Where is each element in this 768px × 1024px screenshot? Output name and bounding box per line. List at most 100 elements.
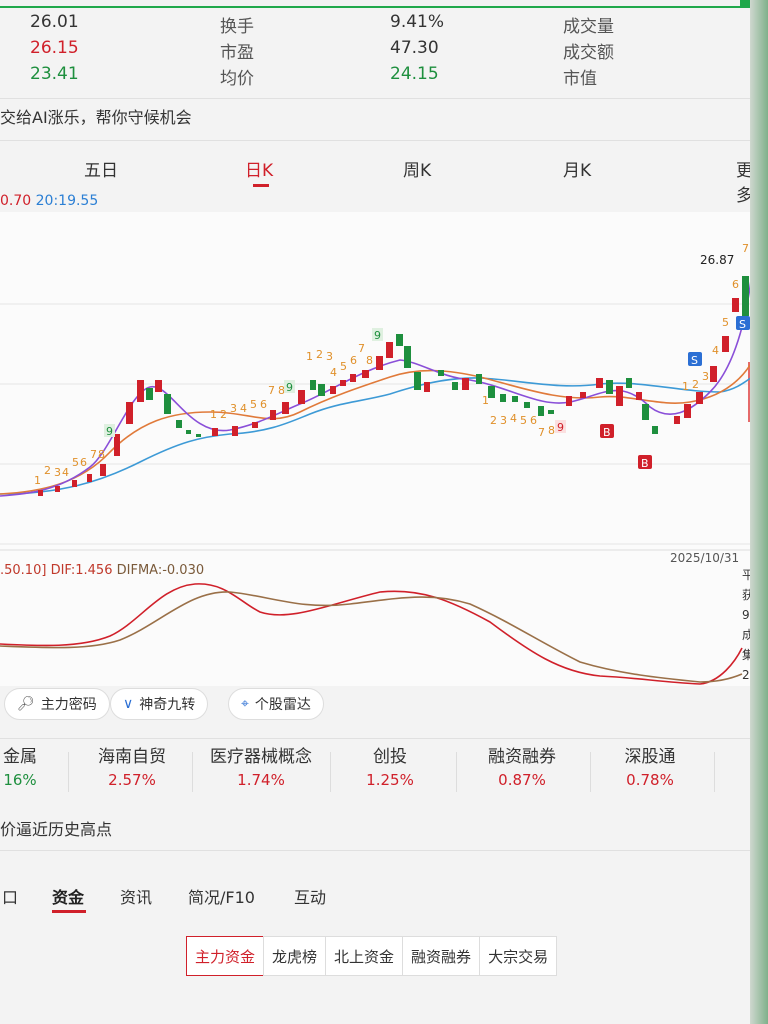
svg-text:5: 5 (72, 456, 79, 469)
svg-text:2: 2 (220, 408, 227, 421)
svg-text:4: 4 (712, 344, 719, 357)
main-force-code-button[interactable]: 🔎︎ 主力密码 (4, 688, 110, 720)
tab-weekly-k[interactable]: 周K (403, 156, 431, 181)
fund-subtabs: 主力资金 龙虎榜 北上资金 融资融券 大宗交易 (186, 936, 558, 976)
svg-text:2: 2 (44, 464, 51, 477)
kline-chart[interactable]: 1234 5678 1234 5678 1234 5678 1234 5678 … (0, 212, 768, 686)
date-label: 2025/10/31 (670, 551, 739, 565)
svg-text:3: 3 (500, 414, 507, 427)
svg-text:6: 6 (530, 414, 537, 427)
bottom-tabs: 口 资金 资讯 简况/F10 互动 (0, 880, 750, 916)
svg-text:4: 4 (330, 366, 337, 379)
ai-banner[interactable]: 交给AI涨乐，帮你守候机会 (0, 104, 192, 128)
svg-text:1: 1 (210, 408, 217, 421)
stock-radar-label: 个股雷达 (254, 697, 311, 713)
tool-row: 🔎︎ 主力密码 ∨ 神奇九转 ⌖ 个股雷达 (0, 686, 750, 726)
svg-text:3: 3 (326, 350, 333, 363)
sector-list: 金属 16% 海南自贸 2.57% 医疗器械概念 1.74% 创投 1.25% … (0, 742, 768, 808)
svg-text:4: 4 (240, 402, 247, 415)
stock-radar-button[interactable]: ⌖ 个股雷达 (228, 688, 324, 720)
svg-text:9: 9 (557, 421, 564, 434)
stat-pe-value: 47.30 (390, 38, 439, 58)
svg-text:1: 1 (682, 380, 689, 393)
stat-turnover-label: 换手 (220, 17, 254, 37)
stat-avg-label: 均价 (220, 69, 254, 89)
tab-active-indicator (52, 910, 86, 913)
history-high-note: 价逼近历史高点 (0, 820, 113, 839)
macd-params-value: .50.10] (0, 563, 47, 578)
stat-avg-value: 24.15 (390, 64, 439, 84)
svg-text:6: 6 (732, 278, 739, 291)
svg-text:7: 7 (742, 242, 749, 255)
svg-text:5: 5 (520, 414, 527, 427)
svg-text:9: 9 (106, 425, 113, 438)
right-edge-shadow (750, 0, 768, 1024)
td-numbers: 12 3 4 5 67 8 1234 5 67 8 1 2 34 5 678 12 3 4 5 67 8 … (34, 242, 749, 487)
ma-time: 20:19.55 (35, 193, 99, 209)
tab-active-indicator (253, 184, 269, 187)
svg-text:7: 7 (90, 448, 97, 461)
macd-dea-line (0, 591, 743, 683)
sector-metal[interactable]: 金属 16% (0, 742, 40, 789)
svg-text:9: 9 (286, 381, 293, 394)
stat-price-high: 26.15 (30, 38, 79, 58)
kline-svg: 12 3 4 5 67 8 1234 5 67 8 1 2 34 5 678 12 3 4 5 67 8 … (0, 242, 768, 685)
svg-text:7: 7 (268, 384, 275, 397)
divider (0, 738, 750, 739)
svg-text:4: 4 (510, 412, 517, 425)
sector-sz-connect[interactable]: 深股通 0.78% (610, 742, 690, 789)
svg-text:6: 6 (260, 398, 267, 411)
svg-text:1: 1 (306, 350, 313, 363)
tab-mouth[interactable]: 口 (2, 884, 18, 908)
main-force-code-label: 主力密码 (40, 697, 97, 713)
sector-vc[interactable]: 创投 1.25% (350, 742, 430, 789)
svg-text:5: 5 (340, 360, 347, 373)
svg-text:3: 3 (702, 370, 709, 383)
sector-hainan[interactable]: 海南自贸 2.57% (88, 742, 176, 789)
svg-text:6: 6 (80, 456, 87, 469)
subtab-northbound[interactable]: 北上资金 (325, 936, 404, 976)
svg-text:2: 2 (692, 378, 699, 391)
magic-nine-button[interactable]: ∨ 神奇九转 (110, 688, 209, 720)
divider (0, 850, 750, 851)
ma-value: 0.70 (0, 193, 32, 209)
subtab-dragon-tiger[interactable]: 龙虎榜 (263, 936, 327, 976)
tab-news[interactable]: 资讯 (120, 884, 152, 908)
divider (0, 140, 750, 141)
sector-medical[interactable]: 医疗器械概念 1.74% (200, 742, 322, 789)
buy-marker: B (603, 426, 611, 439)
sector-margin[interactable]: 融资融券 0.87% (478, 742, 566, 789)
ma-readout: 0.70 20:19.55 (0, 193, 98, 209)
svg-text:7: 7 (538, 426, 545, 439)
svg-text:2: 2 (490, 414, 497, 427)
svg-text:7: 7 (358, 342, 365, 355)
high-price-label: 26.87 (700, 253, 734, 267)
svg-text:4: 4 (62, 466, 69, 479)
stat-turnover-value: 9.41% (390, 12, 445, 32)
sector-separator (590, 752, 591, 792)
svg-text:3: 3 (54, 466, 61, 479)
wave-icon: ∨ (123, 696, 134, 712)
tab-profile-f10[interactable]: 简况/F10 (188, 884, 255, 908)
tab-daily-k[interactable]: 日K (245, 156, 273, 181)
tab-funds[interactable]: 资金 (52, 884, 84, 908)
tab-monthly-k[interactable]: 月K (563, 156, 591, 181)
subtab-main-funds[interactable]: 主力资金 (186, 936, 265, 976)
magnifier-icon: 🔎︎ (17, 696, 35, 712)
subtab-margin[interactable]: 融资融券 (402, 936, 481, 976)
tab-five-day[interactable]: 五日 (84, 156, 118, 181)
svg-text:2: 2 (316, 348, 323, 361)
sell-marker: S (691, 354, 698, 367)
sector-separator (456, 752, 457, 792)
stat-pe-label: 市盈 (220, 43, 254, 63)
macd-dif: DIF:1.456 (50, 563, 113, 578)
radar-icon: ⌖ (241, 696, 249, 712)
subtab-block-trade[interactable]: 大宗交易 (479, 936, 558, 976)
sell-marker: S (739, 318, 746, 331)
svg-text:3: 3 (230, 402, 237, 415)
sector-separator (330, 752, 331, 792)
svg-text:9: 9 (374, 329, 381, 342)
macd-params: .50.10] DIF:1.456 DIFMA:-0.030 (0, 563, 204, 578)
svg-text:8: 8 (548, 424, 555, 437)
tab-interaction[interactable]: 互动 (294, 884, 326, 908)
